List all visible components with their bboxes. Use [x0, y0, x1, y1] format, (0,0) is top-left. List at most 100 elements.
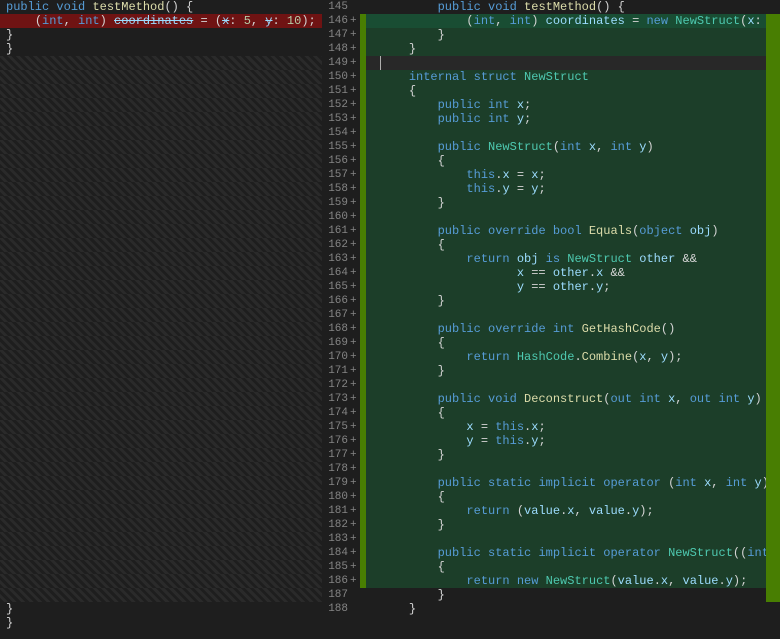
original-code-area[interactable]: public void testMethod() { (int, int) co…: [0, 0, 322, 630]
code-line-added[interactable]: public NewStruct(int x, int y): [366, 140, 766, 154]
gutter-row[interactable]: 147+: [322, 28, 366, 42]
gutter-row[interactable]: 162+: [322, 238, 366, 252]
code-line-added[interactable]: [366, 210, 766, 224]
gutter-row[interactable]: 158+: [322, 182, 366, 196]
code-line-added[interactable]: [366, 532, 766, 546]
gutter-row[interactable]: 170+: [322, 350, 366, 364]
code-line-added[interactable]: public static implicit operator NewStruc…: [366, 546, 766, 560]
code-line-added[interactable]: return HashCode.Combine(x, y);: [366, 350, 766, 364]
code-line-added[interactable]: [366, 126, 766, 140]
gutter-row[interactable]: 157+: [322, 168, 366, 182]
code-line-added[interactable]: public int x;: [366, 98, 766, 112]
gutter-row[interactable]: 179+: [322, 476, 366, 490]
code-line-added[interactable]: [366, 378, 766, 392]
gutter-row[interactable]: 174+: [322, 406, 366, 420]
gutter-row[interactable]: 171+: [322, 364, 366, 378]
code-line-added[interactable]: public override bool Equals(object obj): [366, 224, 766, 238]
code-line-added[interactable]: }: [366, 518, 766, 532]
code-line-added[interactable]: {: [366, 490, 766, 504]
code-line-added[interactable]: {: [366, 238, 766, 252]
code-line-added[interactable]: {: [366, 84, 766, 98]
overview-ruler[interactable]: [766, 0, 780, 639]
gutter-row[interactable]: 146+: [322, 14, 366, 28]
code-line-added[interactable]: x = this.x;: [366, 420, 766, 434]
gutter-row[interactable]: 172+: [322, 378, 366, 392]
code-line[interactable]: public void testMethod() {: [0, 0, 322, 14]
gutter-row[interactable]: 183+: [322, 532, 366, 546]
code-line-added[interactable]: public int y;: [366, 112, 766, 126]
gutter-row[interactable]: 163+: [322, 252, 366, 266]
diff-editor[interactable]: public void testMethod() { (int, int) co…: [0, 0, 780, 639]
gutter-row[interactable]: 149+: [322, 56, 366, 70]
gutter-row[interactable]: 148+: [322, 42, 366, 56]
gutter-row[interactable]: 186+: [322, 574, 366, 588]
gutter-row[interactable]: 185+: [322, 560, 366, 574]
code-line-added[interactable]: public static implicit operator (int x, …: [366, 476, 766, 490]
code-line-added[interactable]: {: [366, 406, 766, 420]
gutter-row[interactable]: 176+: [322, 434, 366, 448]
gutter-row[interactable]: 164+: [322, 266, 366, 280]
code-line[interactable]: }: [0, 28, 322, 42]
gutter-row[interactable]: 150+: [322, 70, 366, 84]
gutter-row[interactable]: 161+: [322, 224, 366, 238]
code-line-added[interactable]: [366, 308, 766, 322]
gutter-row[interactable]: 173+: [322, 392, 366, 406]
code-line-added[interactable]: public void Deconstruct(out int x, out i…: [366, 392, 766, 406]
gutter-row[interactable]: 177+: [322, 448, 366, 462]
code-line-added[interactable]: {: [366, 336, 766, 350]
gutter-row[interactable]: 151+: [322, 84, 366, 98]
gutter-row[interactable]: 181+: [322, 504, 366, 518]
gutter-row[interactable]: 154+: [322, 126, 366, 140]
code-line-added[interactable]: this.x = x;: [366, 168, 766, 182]
code-line-added[interactable]: this.y = y;: [366, 182, 766, 196]
code-line-added[interactable]: y == other.y;: [366, 280, 766, 294]
gutter-row[interactable]: 184+: [322, 546, 366, 560]
gutter-row[interactable]: 187: [322, 588, 366, 602]
code-line[interactable]: public void testMethod() {: [366, 0, 766, 14]
code-line-cursor[interactable]: [366, 56, 766, 70]
gutter-row[interactable]: 178+: [322, 462, 366, 476]
code-line-added[interactable]: }: [366, 42, 766, 56]
code-line-added[interactable]: }: [366, 196, 766, 210]
code-line-added[interactable]: {: [366, 154, 766, 168]
code-line[interactable]: }: [366, 602, 766, 616]
line-number-gutter[interactable]: 145146+147+148+149+150+151+152+153+154+1…: [322, 0, 366, 639]
gutter-row[interactable]: 166+: [322, 294, 366, 308]
code-line[interactable]: }: [0, 602, 322, 616]
gutter-row[interactable]: 169+: [322, 336, 366, 350]
code-line[interactable]: }: [0, 616, 322, 630]
code-line-added[interactable]: internal struct NewStruct: [366, 70, 766, 84]
gutter-row[interactable]: 153+: [322, 112, 366, 126]
code-line-added[interactable]: }: [366, 294, 766, 308]
gutter-row[interactable]: 159+: [322, 196, 366, 210]
code-line-deleted[interactable]: (int, int) coordinates = (x: 5, y: 10);: [0, 14, 322, 28]
code-line-added[interactable]: return obj is NewStruct other &&: [366, 252, 766, 266]
gutter-row[interactable]: 175+: [322, 420, 366, 434]
code-line-added[interactable]: {: [366, 560, 766, 574]
code-line-added[interactable]: y = this.y;: [366, 434, 766, 448]
gutter-row[interactable]: 168+: [322, 322, 366, 336]
gutter-row[interactable]: 152+: [322, 98, 366, 112]
code-line-added[interactable]: x == other.x &&: [366, 266, 766, 280]
code-line[interactable]: }: [0, 42, 322, 56]
code-line-added[interactable]: return new NewStruct(value.x, value.y);: [366, 574, 766, 588]
gutter-row[interactable]: 160+: [322, 210, 366, 224]
gutter-row[interactable]: 182+: [322, 518, 366, 532]
diff-pane-modified[interactable]: 145146+147+148+149+150+151+152+153+154+1…: [322, 0, 780, 639]
gutter-row[interactable]: 155+: [322, 140, 366, 154]
gutter-row[interactable]: 145: [322, 0, 366, 14]
diff-pane-original[interactable]: public void testMethod() { (int, int) co…: [0, 0, 322, 639]
code-line[interactable]: }: [366, 588, 766, 602]
code-line-added[interactable]: return (value.x, value.y);: [366, 504, 766, 518]
code-line-added[interactable]: }: [366, 448, 766, 462]
gutter-row[interactable]: 165+: [322, 280, 366, 294]
code-line-added[interactable]: public override int GetHashCode(): [366, 322, 766, 336]
gutter-row[interactable]: 188: [322, 602, 366, 616]
modified-code-area[interactable]: public void testMethod() { (int, int) co…: [366, 0, 766, 639]
gutter-row[interactable]: 156+: [322, 154, 366, 168]
code-line-added[interactable]: [366, 462, 766, 476]
code-line-added[interactable]: }: [366, 364, 766, 378]
gutter-row[interactable]: 180+: [322, 490, 366, 504]
gutter-row[interactable]: 167+: [322, 308, 366, 322]
code-line-added[interactable]: }: [366, 28, 766, 42]
